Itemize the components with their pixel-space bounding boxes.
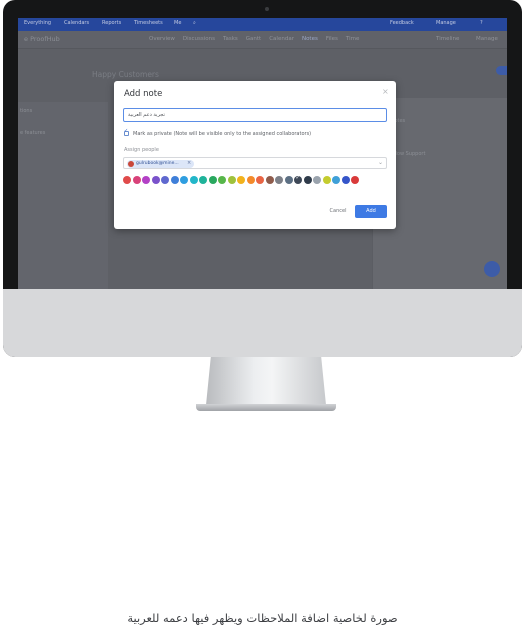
- dialog-title: Add note: [124, 89, 163, 99]
- brand-logo: e ProofHub: [24, 35, 60, 43]
- search-icon[interactable]: ⌕: [193, 20, 196, 26]
- topbar-item-everything[interactable]: Everything: [24, 20, 51, 26]
- color-swatch[interactable]: [246, 176, 255, 184]
- app-topbar: Everything Calendars Reports Timesheets …: [18, 18, 507, 31]
- left-item-1[interactable]: tions: [20, 108, 32, 114]
- topbar-feedback[interactable]: Feedback: [390, 20, 414, 26]
- checkmark-icon: ✓: [124, 128, 129, 134]
- color-picker: [123, 175, 363, 184]
- color-swatch[interactable]: [227, 176, 236, 184]
- color-swatch[interactable]: [294, 175, 302, 184]
- note-title-value: تجربة دعم العربية: [128, 112, 165, 118]
- color-swatch[interactable]: [161, 176, 169, 184]
- color-swatch[interactable]: [265, 176, 274, 184]
- topbar-item-calendars[interactable]: Calendars: [64, 20, 89, 26]
- color-swatch[interactable]: [142, 176, 150, 184]
- color-swatch[interactable]: [275, 176, 283, 184]
- topbar-item-reports[interactable]: Reports: [102, 20, 121, 26]
- color-swatch[interactable]: [351, 176, 359, 184]
- color-swatch[interactable]: [180, 176, 188, 184]
- color-swatch[interactable]: [322, 176, 331, 184]
- add-button[interactable]: Add: [355, 205, 387, 218]
- project-nav: e ProofHub Overview Discussions Tasks Ga…: [18, 31, 507, 49]
- cancel-button[interactable]: Cancel: [326, 206, 350, 217]
- color-swatch[interactable]: [123, 176, 131, 184]
- add-pill-button[interactable]: [496, 66, 507, 75]
- chevron-down-icon[interactable]: ⌄: [378, 159, 383, 166]
- remove-assignee-icon[interactable]: ×: [187, 160, 191, 166]
- close-icon[interactable]: ×: [382, 87, 389, 96]
- help-icon[interactable]: ?: [480, 20, 483, 26]
- assign-people-label: Assign people: [124, 147, 159, 153]
- topbar-item-timesheets[interactable]: Timesheets: [134, 20, 163, 26]
- screenshot-caption: صورة لخاصية اضافة الملاحظات ويظهر فيها د…: [127, 611, 398, 625]
- topbar-manage[interactable]: Manage: [436, 20, 456, 26]
- color-swatch[interactable]: [218, 176, 226, 184]
- board-title: Happy Customers: [92, 70, 159, 79]
- left-item-2[interactable]: e features: [20, 130, 45, 136]
- tab-files[interactable]: Files: [326, 36, 338, 42]
- color-swatch[interactable]: [256, 176, 264, 184]
- color-swatch[interactable]: [199, 176, 207, 184]
- tab-tasks[interactable]: Tasks: [223, 36, 238, 42]
- chat-bubble-button[interactable]: [484, 261, 500, 277]
- color-swatch[interactable]: [170, 176, 179, 184]
- color-swatch[interactable]: [151, 176, 160, 184]
- note-title-input[interactable]: تجربة دعم العربية: [123, 108, 387, 122]
- project-tabs: Overview Discussions Tasks Gantt Calenda…: [149, 36, 359, 42]
- assign-people-select[interactable]: gulrubook@mine... × ⌄: [123, 157, 387, 169]
- color-swatch[interactable]: [313, 176, 321, 184]
- monitor-chin: صورة لخاصية اضافة الملاحظات ويظهر فيها د…: [3, 289, 522, 625]
- timeline-button[interactable]: Timeline: [436, 36, 459, 42]
- color-swatch[interactable]: [189, 176, 198, 184]
- tab-gantt[interactable]: Gantt: [246, 36, 261, 42]
- tab-time[interactable]: Time: [346, 36, 359, 42]
- color-swatch[interactable]: [341, 176, 350, 184]
- color-swatch[interactable]: [303, 176, 312, 184]
- color-swatch[interactable]: [237, 176, 245, 184]
- color-swatch[interactable]: [132, 176, 141, 184]
- webcam-dot: [265, 7, 269, 11]
- topbar-item-me[interactable]: Me: [174, 20, 181, 26]
- tab-calendar[interactable]: Calendar: [269, 36, 294, 42]
- manage-button[interactable]: Manage: [476, 36, 498, 42]
- color-swatch[interactable]: [332, 176, 340, 184]
- assignee-chip: gulrubook@mine... ×: [127, 159, 194, 168]
- app-screen: Everything Calendars Reports Timesheets …: [18, 18, 507, 289]
- avatar: [128, 160, 134, 167]
- assignee-email: gulrubook@mine...: [136, 160, 179, 166]
- tab-notes[interactable]: Notes: [302, 36, 318, 42]
- private-checkbox[interactable]: ✓: [124, 128, 129, 136]
- add-note-dialog: Add note × تجربة دعم العربية ✓ Mark as p…: [114, 81, 396, 229]
- monitor-base: [196, 404, 336, 411]
- monitor-stand: [206, 357, 326, 405]
- tab-discussions[interactable]: Discussions: [183, 36, 215, 42]
- private-checkbox-label[interactable]: Mark as private (Note will be visible on…: [133, 131, 311, 137]
- color-swatch[interactable]: [284, 176, 293, 184]
- color-swatch[interactable]: [208, 176, 217, 184]
- tab-overview[interactable]: Overview: [149, 36, 175, 42]
